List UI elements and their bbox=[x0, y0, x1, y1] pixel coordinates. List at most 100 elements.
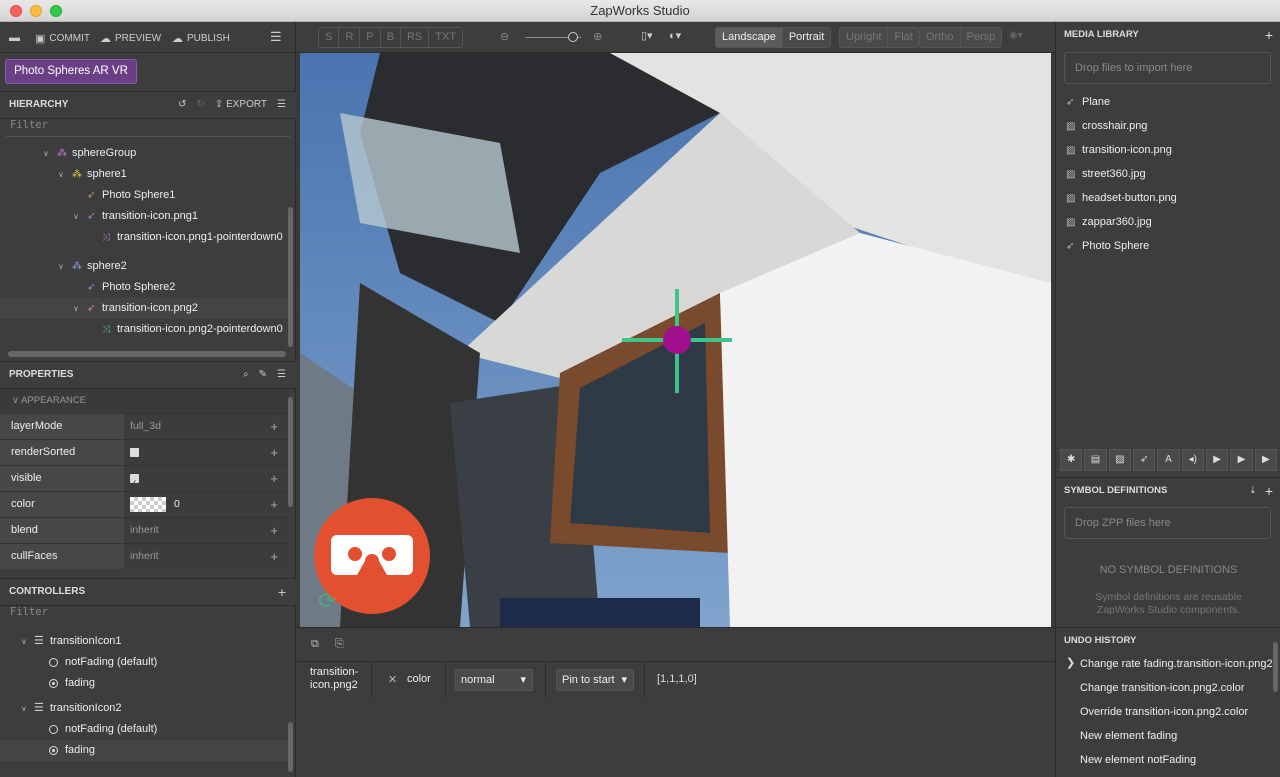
paste-icon[interactable]: ⎘ bbox=[335, 638, 344, 651]
viewport[interactable]: ⟳ bbox=[300, 53, 1051, 627]
prop-row-cullfaces[interactable]: cullFaces inherit + bbox=[0, 543, 288, 569]
video-filter-icon[interactable]: ▶ bbox=[1254, 449, 1277, 471]
audio-filter-icon[interactable]: ◂) bbox=[1181, 449, 1204, 471]
prop-row-rendersorted[interactable]: renderSorted + bbox=[0, 439, 288, 465]
undo-item[interactable]: New element notFading bbox=[1080, 748, 1196, 772]
rocket-filter-icon[interactable]: ➶ bbox=[1132, 449, 1156, 471]
plus-icon[interactable]: + bbox=[270, 466, 278, 491]
font-filter-icon[interactable]: A bbox=[1157, 449, 1180, 471]
prop-value[interactable]: inherit bbox=[124, 544, 288, 569]
undo-scrollbar[interactable] bbox=[1273, 642, 1278, 692]
prop-row-visible[interactable]: visible + bbox=[0, 465, 288, 496]
project-name-button[interactable]: Photo Spheres AR VR bbox=[5, 59, 137, 84]
device-icon[interactable]: ▯▾ bbox=[641, 29, 653, 42]
checkbox[interactable] bbox=[130, 448, 139, 457]
tree-row[interactable]: ∨ ➶ transition-icon.png1 bbox=[0, 206, 288, 227]
mode-p-button[interactable]: P bbox=[360, 28, 381, 47]
tree-row[interactable]: ➶ Photo Sphere2 bbox=[0, 277, 288, 298]
chevron-down-icon[interactable]: ∨ bbox=[58, 256, 64, 277]
radio-button[interactable] bbox=[49, 658, 58, 667]
chevron-down-icon[interactable]: ∨ bbox=[21, 631, 27, 652]
tree-row[interactable]: ⤨ transition-icon.png1-pointerdown0 bbox=[0, 227, 288, 248]
maximize-window-button[interactable] bbox=[50, 5, 62, 17]
undo-item[interactable]: Change rate fading.transition-icon.png2 bbox=[1080, 652, 1273, 676]
tree-row[interactable]: ⤨ transition-icon.png2-pointerdown0 bbox=[0, 319, 288, 340]
undo-item[interactable]: Override transition-icon.png2.color bbox=[1080, 700, 1248, 724]
undo-icon[interactable]: ↺ bbox=[178, 92, 186, 118]
chevron-down-icon[interactable]: ∨ bbox=[73, 298, 79, 319]
hierarchy-hscrollbar[interactable] bbox=[8, 351, 286, 357]
pencil-icon[interactable]: ✎ bbox=[259, 362, 267, 388]
flat-button[interactable]: Flat bbox=[888, 28, 919, 47]
media-item[interactable]: ▨ street360.jpg bbox=[1066, 164, 1146, 184]
tree-row[interactable]: ∨ ⁂ sphereGroup bbox=[0, 143, 288, 164]
media-item[interactable]: ▨ crosshair.png bbox=[1066, 116, 1147, 136]
open-folder-button[interactable]: ▬ bbox=[9, 32, 20, 44]
zoom-slider[interactable] bbox=[525, 32, 581, 42]
tree-row[interactable]: ➶ Photo Sphere1 bbox=[0, 185, 288, 206]
media-item[interactable]: ➶ Plane bbox=[1066, 92, 1110, 112]
copy-icon[interactable]: ⧉ bbox=[311, 638, 319, 651]
checkbox-checked[interactable] bbox=[130, 471, 139, 496]
radio-button[interactable] bbox=[49, 725, 58, 734]
export-button[interactable]: ⇪ EXPORT bbox=[215, 92, 267, 118]
persp-button[interactable]: Persp bbox=[960, 28, 1002, 47]
prop-value[interactable]: inherit bbox=[124, 518, 288, 543]
file-filter-icon[interactable]: ▤ bbox=[1084, 449, 1107, 471]
ortho-button[interactable]: Ortho bbox=[920, 28, 961, 47]
radio-button-selected[interactable] bbox=[49, 746, 58, 755]
remove-icon[interactable]: ✕ bbox=[388, 673, 397, 686]
state-row-selected[interactable]: fading bbox=[0, 740, 288, 761]
eye-icon[interactable]: ◉▾ bbox=[1009, 30, 1023, 41]
chevron-down-icon[interactable]: ∨ bbox=[21, 698, 27, 719]
color-swatch[interactable] bbox=[130, 497, 166, 512]
prop-value[interactable]: full_3d bbox=[124, 414, 288, 439]
zoom-slider-handle[interactable] bbox=[568, 32, 579, 42]
timeline-property-cell[interactable]: ✕ color bbox=[372, 662, 446, 698]
radio-button-selected[interactable] bbox=[49, 679, 58, 688]
minimize-window-button[interactable] bbox=[30, 5, 42, 17]
plus-icon[interactable]: + bbox=[270, 414, 278, 439]
plus-icon[interactable]: + bbox=[1265, 478, 1273, 504]
publish-button[interactable]: ☁ PUBLISH bbox=[172, 32, 230, 45]
prop-row-color[interactable]: color 0 + bbox=[0, 491, 288, 517]
close-window-button[interactable] bbox=[10, 5, 22, 17]
hierarchy-filter-input[interactable]: Filter bbox=[10, 119, 48, 131]
portrait-button[interactable]: Portrait bbox=[782, 28, 831, 47]
plus-icon[interactable]: + bbox=[270, 518, 278, 543]
video-filter-icon[interactable]: ▶ bbox=[1230, 449, 1253, 471]
menu-button[interactable]: ☰ bbox=[270, 29, 282, 45]
properties-scrollbar[interactable] bbox=[288, 397, 293, 507]
state-row[interactable]: notFading (default) bbox=[0, 652, 288, 673]
search-icon[interactable]: ⌕ bbox=[243, 362, 249, 388]
video-filter-icon[interactable]: ▶ bbox=[1205, 449, 1229, 471]
redo-icon[interactable]: ↻ bbox=[197, 92, 205, 118]
media-item[interactable]: ▨ transition-icon.png bbox=[1066, 140, 1172, 160]
media-item[interactable]: ▨ zappar360.jpg bbox=[1066, 212, 1152, 232]
easing-dropdown[interactable]: normal ▾ bbox=[455, 669, 533, 691]
tree-row[interactable]: ∨ ⁂ sphere1 bbox=[0, 164, 288, 185]
plus-icon[interactable]: + bbox=[270, 492, 278, 517]
media-item[interactable]: ➶ Photo Sphere bbox=[1066, 236, 1149, 256]
controllers-scrollbar[interactable] bbox=[288, 722, 293, 772]
mode-s-button[interactable]: S bbox=[319, 28, 340, 47]
plus-icon[interactable]: + bbox=[270, 440, 278, 465]
prop-row-layermode[interactable]: layerMode full_3d + bbox=[0, 413, 288, 439]
appearance-group[interactable]: ∨ APPEARANCE bbox=[0, 390, 288, 412]
image-filter-icon[interactable]: ▨ bbox=[1108, 449, 1131, 471]
media-dropzone[interactable]: Drop files to import here bbox=[1064, 52, 1271, 84]
hierarchy-scrollbar[interactable] bbox=[288, 207, 293, 347]
keyframe-value[interactable]: [1,1,1,0] bbox=[657, 673, 697, 685]
undo-item[interactable]: Change transition-icon.png2.color bbox=[1080, 676, 1245, 700]
controller-row[interactable]: ∨ ☰ transitionIcon1 bbox=[0, 631, 288, 652]
timeline-element-cell[interactable]: transition-icon.png2 bbox=[297, 662, 372, 698]
alpha-value[interactable]: 0 bbox=[174, 492, 180, 517]
preview-button[interactable]: ☁ PREVIEW bbox=[100, 32, 161, 45]
state-row[interactable]: fading bbox=[0, 673, 288, 694]
commit-button[interactable]: ▣ COMMIT bbox=[35, 32, 90, 45]
plus-icon[interactable]: + bbox=[270, 544, 278, 569]
hamburger-icon[interactable]: ☰ bbox=[277, 92, 286, 118]
mode-b-button[interactable]: B bbox=[381, 28, 401, 47]
plus-icon[interactable]: + bbox=[278, 579, 286, 605]
chevron-down-icon[interactable]: ∨ bbox=[58, 164, 64, 185]
